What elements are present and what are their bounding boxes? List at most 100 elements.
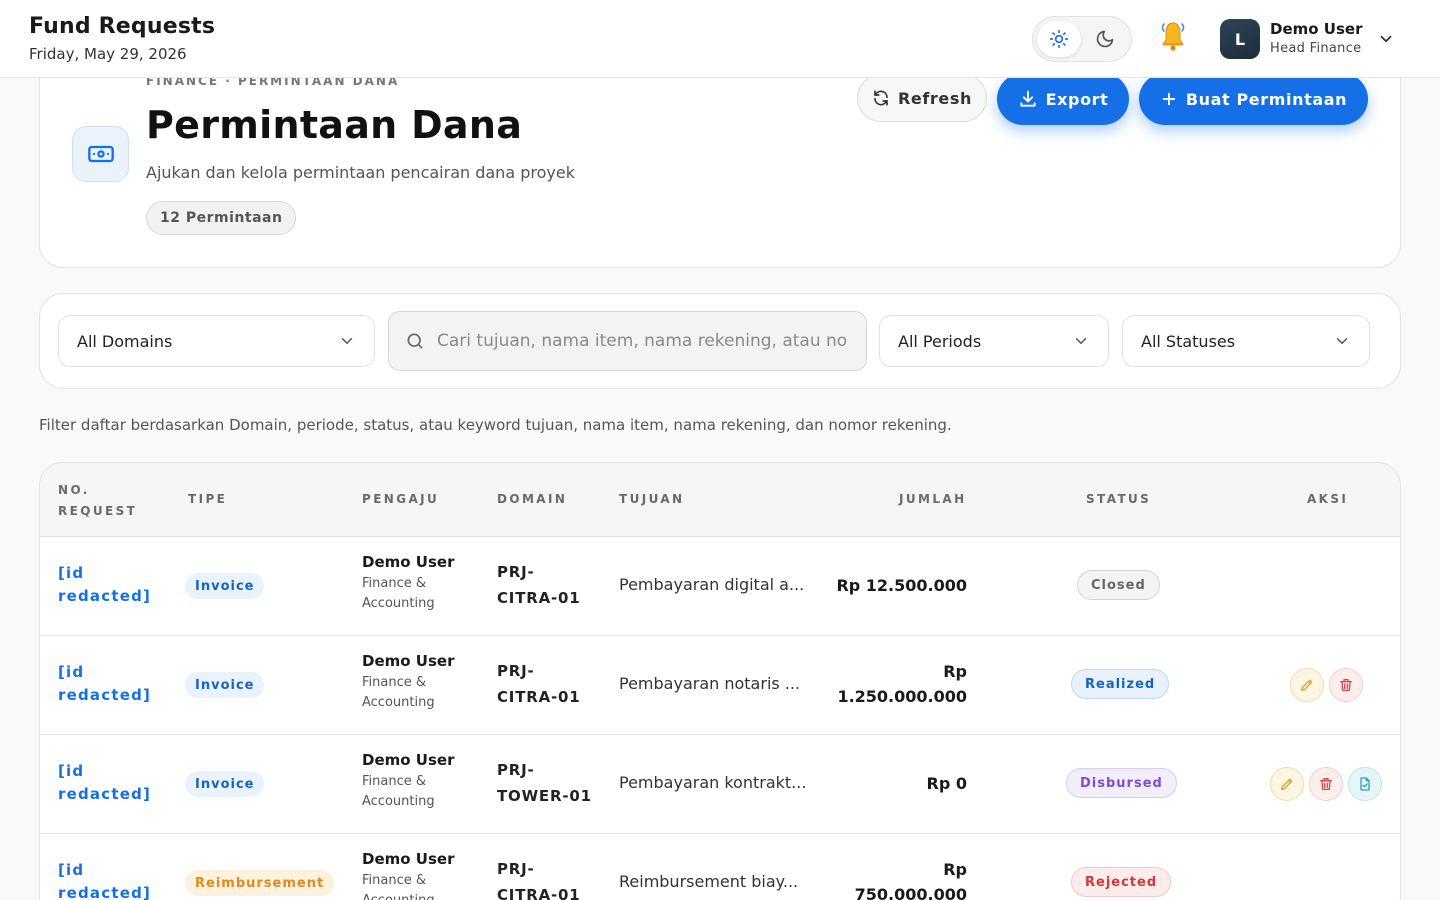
requester-dept: Finance & Accounting (362, 871, 454, 900)
status-badge: Disbursed (1066, 768, 1177, 798)
moon-icon (1096, 30, 1114, 48)
request-id-link[interactable]: [id redacted] (58, 661, 151, 707)
requester-dept-line-1: Finance & (362, 873, 427, 888)
column-header-no-request-line-1: NO. (58, 483, 90, 497)
status-badge: Rejected (1071, 867, 1172, 897)
request-id-line-1: [id (58, 663, 85, 681)
status-badge: Realized (1071, 669, 1170, 699)
table-row[interactable]: [id redacted] Invoice Demo User Finance … (40, 735, 1400, 834)
edit-button[interactable] (1270, 767, 1304, 801)
refresh-icon (874, 90, 888, 106)
purpose-cell: Pembayaran kontrakt... (619, 773, 807, 792)
requester-name: Demo User (362, 652, 455, 670)
requester-cell: Demo User Finance & Accounting (362, 652, 454, 713)
edit-button[interactable] (1290, 668, 1324, 702)
search-input[interactable] (437, 331, 857, 351)
requester-dept-line-2: Accounting (362, 596, 435, 611)
requester-dept: Finance & Accounting (362, 673, 454, 713)
app-title: Fund Requests (29, 14, 216, 39)
create-request-label: Buat Permintaan (1185, 89, 1348, 109)
column-header-pengaju[interactable]: PENGAJU (362, 492, 439, 506)
domain-line-2: CITRA-01 (497, 688, 581, 706)
requester-cell: Demo User Finance & Accounting (362, 751, 454, 812)
user-menu-toggle[interactable] (1377, 30, 1395, 52)
column-header-status[interactable]: STATUS (1086, 492, 1151, 506)
request-id-link[interactable]: [id redacted] (58, 760, 151, 806)
requester-dept-line-1: Finance & (362, 576, 427, 591)
column-header-tujuan[interactable]: TUJUAN (619, 492, 685, 506)
requester-dept-line-1: Finance & (362, 675, 427, 690)
search-box[interactable] (388, 311, 867, 371)
request-id-line-2: redacted] (58, 587, 152, 605)
current-date: Friday, May 29, 2026 (29, 45, 187, 63)
domain-filter-select[interactable]: All Domains (58, 315, 375, 367)
amount-cell: Rp 750.000.000 (806, 857, 967, 900)
amount-cell: Rp 1.250.000.000 (806, 659, 967, 709)
requester-name: Demo User (362, 553, 455, 571)
status-filter-select[interactable]: All Statuses (1122, 315, 1370, 367)
document-icon (1360, 777, 1370, 791)
light-theme-option[interactable] (1037, 21, 1081, 57)
export-button[interactable]: Export (997, 73, 1129, 125)
requester-name: Demo User (362, 850, 455, 868)
sun-icon (1049, 29, 1069, 49)
amount-line-2: 1.250.000.000 (837, 687, 967, 706)
requester-name: Demo User (362, 751, 455, 769)
request-id-line-2: redacted] (58, 884, 152, 900)
avatar[interactable]: L (1220, 19, 1260, 59)
domain-filter-value: All Domains (77, 331, 173, 351)
banknote-icon (87, 145, 114, 163)
export-label: Export (1045, 89, 1109, 109)
amount-cell: Rp 12.500.000 (806, 573, 967, 598)
requester-dept: Finance & Accounting (362, 772, 454, 812)
search-icon (407, 333, 423, 349)
type-badge: Invoice (185, 771, 265, 797)
request-id-line-1: [id (58, 861, 85, 879)
request-id-line-2: redacted] (58, 686, 152, 704)
column-header-jumlah[interactable]: JUMLAH (899, 492, 967, 506)
column-header-tipe[interactable]: TIPE (188, 492, 227, 506)
delete-button[interactable] (1329, 668, 1363, 702)
amount-line-1: Rp (943, 662, 967, 681)
domain-line-2: CITRA-01 (497, 589, 581, 607)
domain-cell: PRJ- CITRA-01 (497, 856, 580, 900)
amount-line-1: Rp 12.500.000 (836, 576, 967, 595)
request-id-link[interactable]: [id redacted] (58, 859, 151, 900)
request-id-line-2: redacted] (58, 785, 152, 803)
status-filter-value: All Statuses (1141, 331, 1236, 351)
requester-cell: Demo User Finance & Accounting (362, 553, 454, 614)
domain-line-1: PRJ- (497, 662, 535, 680)
filter-hint-text: Filter daftar berdasarkan Domain, period… (39, 416, 952, 434)
table-row[interactable]: [id redacted] Invoice Demo User Finance … (40, 636, 1400, 735)
refresh-button[interactable]: Refresh (857, 74, 987, 122)
period-filter-select[interactable]: All Periods (879, 315, 1109, 367)
view-document-button[interactable] (1348, 767, 1382, 801)
column-header-no-request[interactable]: NO. REQUEST (58, 480, 137, 522)
column-header-no-request-line-2: REQUEST (58, 504, 138, 518)
dark-theme-option[interactable] (1083, 21, 1127, 57)
type-badge: Invoice (185, 573, 265, 599)
requester-dept-line-2: Accounting (362, 891, 454, 900)
create-request-button[interactable]: Buat Permintaan (1139, 73, 1368, 125)
column-header-domain[interactable]: DOMAIN (497, 492, 567, 506)
period-filter-value: All Periods (898, 331, 982, 351)
trash-icon (1320, 778, 1332, 790)
purpose-cell: Pembayaran digital a... (619, 575, 805, 594)
table-row[interactable]: [id redacted] Reimbursement Demo User Fi… (40, 834, 1400, 900)
domain-line-1: PRJ- (497, 761, 535, 779)
request-id-link[interactable]: [id redacted] (58, 562, 151, 608)
domain-cell: PRJ- TOWER-01 (497, 757, 592, 809)
domain-cell: PRJ- CITRA-01 (497, 559, 580, 611)
type-badge: Reimbursement (185, 870, 335, 896)
table-row[interactable]: [id redacted] Invoice Demo User Finance … (40, 537, 1400, 636)
domain-line-1: PRJ- (497, 860, 535, 878)
refresh-label: Refresh (898, 88, 972, 108)
theme-toggle[interactable] (1032, 16, 1132, 62)
notifications-button[interactable] (1156, 18, 1190, 54)
requester-dept-line-2: Accounting (362, 695, 435, 710)
delete-button[interactable] (1309, 767, 1343, 801)
column-header-aksi: AKSI (1307, 492, 1349, 506)
user-role: Head Finance (1270, 41, 1362, 56)
user-name[interactable]: Demo User (1270, 20, 1362, 38)
purpose-cell: Reimbursement biay... (619, 872, 799, 891)
